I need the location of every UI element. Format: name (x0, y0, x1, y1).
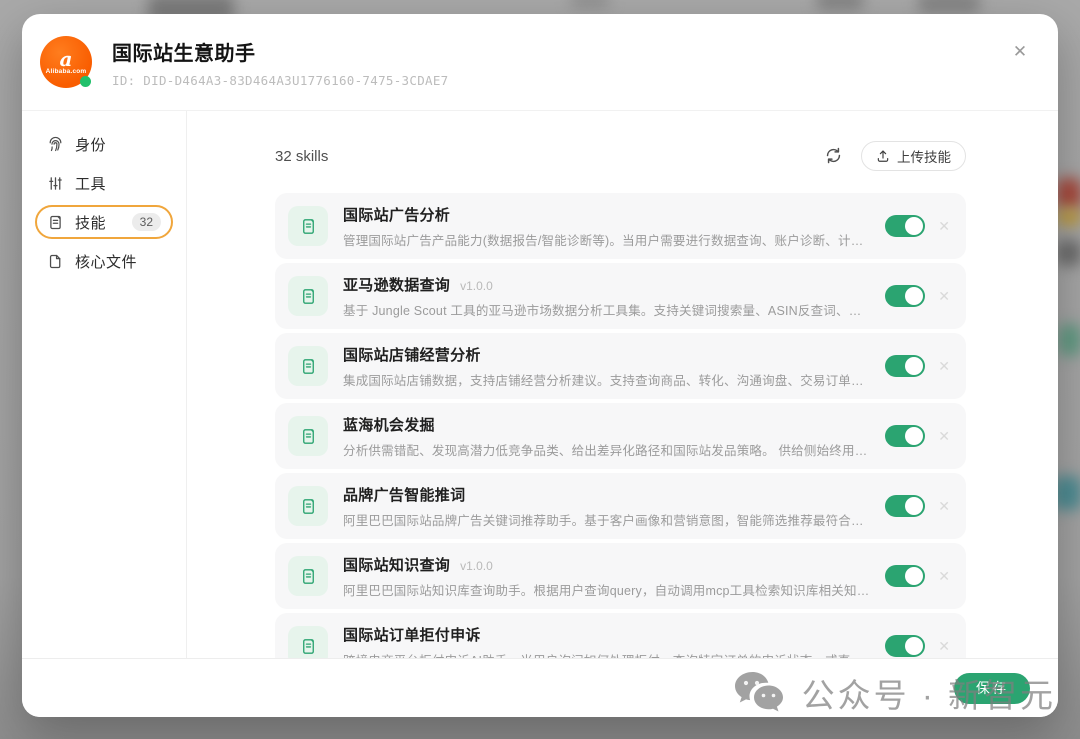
skill-title: 蓝海机会发掘 (343, 414, 435, 435)
sidebar-item-label: 身份 (75, 134, 106, 155)
background-blur-shape (1056, 178, 1080, 210)
sidebar-item-core-files[interactable]: 核心文件 (35, 244, 173, 278)
skill-enabled-toggle[interactable] (885, 635, 925, 657)
alibaba-avatar: a Alibaba.com (40, 36, 92, 88)
settings-sidebar: 身份 工具 技能 32 核心文件 (22, 111, 187, 658)
remove-skill-icon[interactable]: ✕ (938, 499, 950, 513)
file-icon (47, 253, 64, 270)
remove-skill-icon[interactable]: ✕ (938, 289, 950, 303)
skills-panel: 32 skills 上传技能 (187, 111, 1058, 658)
background-blur-shape (918, 0, 980, 14)
skill-enabled-toggle[interactable] (885, 355, 925, 377)
save-button[interactable]: 保存 (954, 673, 1030, 704)
dialog-footer: 保存 (22, 658, 1058, 717)
skill-doc-icon (288, 556, 328, 596)
sidebar-item-badge: 32 (132, 213, 161, 231)
remove-skill-icon[interactable]: ✕ (938, 359, 950, 373)
background-blur-shape (1056, 208, 1080, 226)
dialog-body: 身份 工具 技能 32 核心文件 32 skills (22, 110, 1058, 658)
skill-description: 集成国际站店铺数据，支持店铺经营分析建议。支持查询商品、转化、沟通询盘、交易订单… (343, 370, 869, 389)
dialog-header: a Alibaba.com 国际站生意助手 ID: DID-D464A3-83D… (22, 14, 1058, 110)
skill-version-badge: v1.0.0 (460, 559, 493, 573)
skills-count-label: 32 skills (275, 148, 328, 165)
skill-title: 国际站订单拒付申诉 (343, 624, 481, 645)
close-icon[interactable]: ✕ (1008, 40, 1032, 64)
skill-description: 阿里巴巴国际站知识库查询助手。根据用户查询query，自动调用mcp工具检索知识… (343, 580, 869, 599)
background-blur-shape (1056, 240, 1080, 266)
skill-doc-icon (288, 346, 328, 386)
skill-doc-icon (288, 416, 328, 456)
upload-skill-label: 上传技能 (897, 146, 951, 166)
sidebar-item-identity[interactable]: 身份 (35, 127, 173, 161)
skill-card: 国际站广告分析 管理国际站广告产品能力(数据报告/智能诊断等)。当用户需要进行数… (275, 193, 966, 259)
upload-icon (876, 149, 890, 163)
skill-title: 品牌广告智能推词 (343, 484, 465, 505)
sidebar-item-label: 核心文件 (75, 251, 137, 272)
assistant-id: ID: DID-D464A3-83D464A3U1776160-7475-3CD… (112, 73, 449, 88)
sidebar-item-skills[interactable]: 技能 32 (35, 205, 173, 239)
skill-enabled-toggle[interactable] (885, 285, 925, 307)
skill-list: 国际站广告分析 管理国际站广告产品能力(数据报告/智能诊断等)。当用户需要进行数… (275, 193, 966, 658)
background-blur-shape (816, 0, 864, 10)
skill-doc-icon (288, 276, 328, 316)
refresh-icon[interactable] (824, 146, 844, 166)
sidebar-item-label: 工具 (75, 173, 106, 194)
dialog-title: 国际站生意助手 (112, 37, 449, 66)
skill-card: 国际站知识查询 v1.0.0 阿里巴巴国际站知识库查询助手。根据用户查询quer… (275, 543, 966, 609)
sliders-icon (47, 175, 64, 192)
skill-version-badge: v1.0.0 (460, 279, 493, 293)
remove-skill-icon[interactable]: ✕ (938, 569, 950, 583)
background-blur-shape (570, 0, 610, 8)
title-block: 国际站生意助手 ID: DID-D464A3-83D464A3U1776160-… (112, 37, 449, 88)
skill-enabled-toggle[interactable] (885, 565, 925, 587)
skill-doc-icon (288, 486, 328, 526)
skills-toolbar: 32 skills 上传技能 (275, 141, 966, 171)
sidebar-item-label: 技能 (75, 212, 106, 233)
assistant-settings-dialog: a Alibaba.com 国际站生意助手 ID: DID-D464A3-83D… (22, 14, 1058, 717)
skill-card: 国际站订单拒付申诉 跨境电商平台拒付申诉AI助手，当用户询问如何处理拒付，查询特… (275, 613, 966, 658)
fingerprint-icon (47, 136, 64, 153)
skill-doc-icon (47, 214, 64, 231)
skill-doc-icon (288, 206, 328, 246)
skill-title: 国际站知识查询 (343, 554, 450, 575)
skill-card: 亚马逊数据查询 v1.0.0 基于 Jungle Scout 工具的亚马逊市场数… (275, 263, 966, 329)
alibaba-logo-glyph: a (60, 50, 73, 68)
online-status-dot (80, 76, 91, 87)
sidebar-item-tools[interactable]: 工具 (35, 166, 173, 200)
alibaba-brand-label: Alibaba.com (46, 68, 87, 75)
skill-title: 国际站广告分析 (343, 204, 450, 225)
skill-card: 国际站店铺经营分析 集成国际站店铺数据，支持店铺经营分析建议。支持查询商品、转化… (275, 333, 966, 399)
skill-title: 国际站店铺经营分析 (343, 344, 481, 365)
skill-card: 品牌广告智能推词 阿里巴巴国际站品牌广告关键词推荐助手。基于客户画像和营销意图，… (275, 473, 966, 539)
skill-description: 阿里巴巴国际站品牌广告关键词推荐助手。基于客户画像和营销意图，智能筛选推荐最符合… (343, 510, 869, 529)
remove-skill-icon[interactable]: ✕ (938, 219, 950, 233)
background-blur-shape (1058, 324, 1080, 356)
skill-description: 基于 Jungle Scout 工具的亚马逊市场数据分析工具集。支持关键词搜索量… (343, 300, 869, 319)
remove-skill-icon[interactable]: ✕ (938, 639, 950, 653)
remove-skill-icon[interactable]: ✕ (938, 429, 950, 443)
skill-description: 分析供需错配、发现高潜力低竞争品类、给出差异化路径和国际站发品策略。 供给侧始终… (343, 440, 869, 459)
skill-enabled-toggle[interactable] (885, 425, 925, 447)
skill-card: 蓝海机会发掘 分析供需错配、发现高潜力低竞争品类、给出差异化路径和国际站发品策略… (275, 403, 966, 469)
skill-enabled-toggle[interactable] (885, 495, 925, 517)
skill-description: 跨境电商平台拒付申诉AI助手，当用户询问如何处理拒付，查询特定订单的申诉状态，或… (343, 650, 869, 659)
skill-enabled-toggle[interactable] (885, 215, 925, 237)
skill-description: 管理国际站广告产品能力(数据报告/智能诊断等)。当用户需要进行数据查询、账户诊断… (343, 230, 869, 249)
skill-doc-icon (288, 626, 328, 658)
skill-title: 亚马逊数据查询 (343, 274, 450, 295)
upload-skill-button[interactable]: 上传技能 (861, 141, 966, 171)
